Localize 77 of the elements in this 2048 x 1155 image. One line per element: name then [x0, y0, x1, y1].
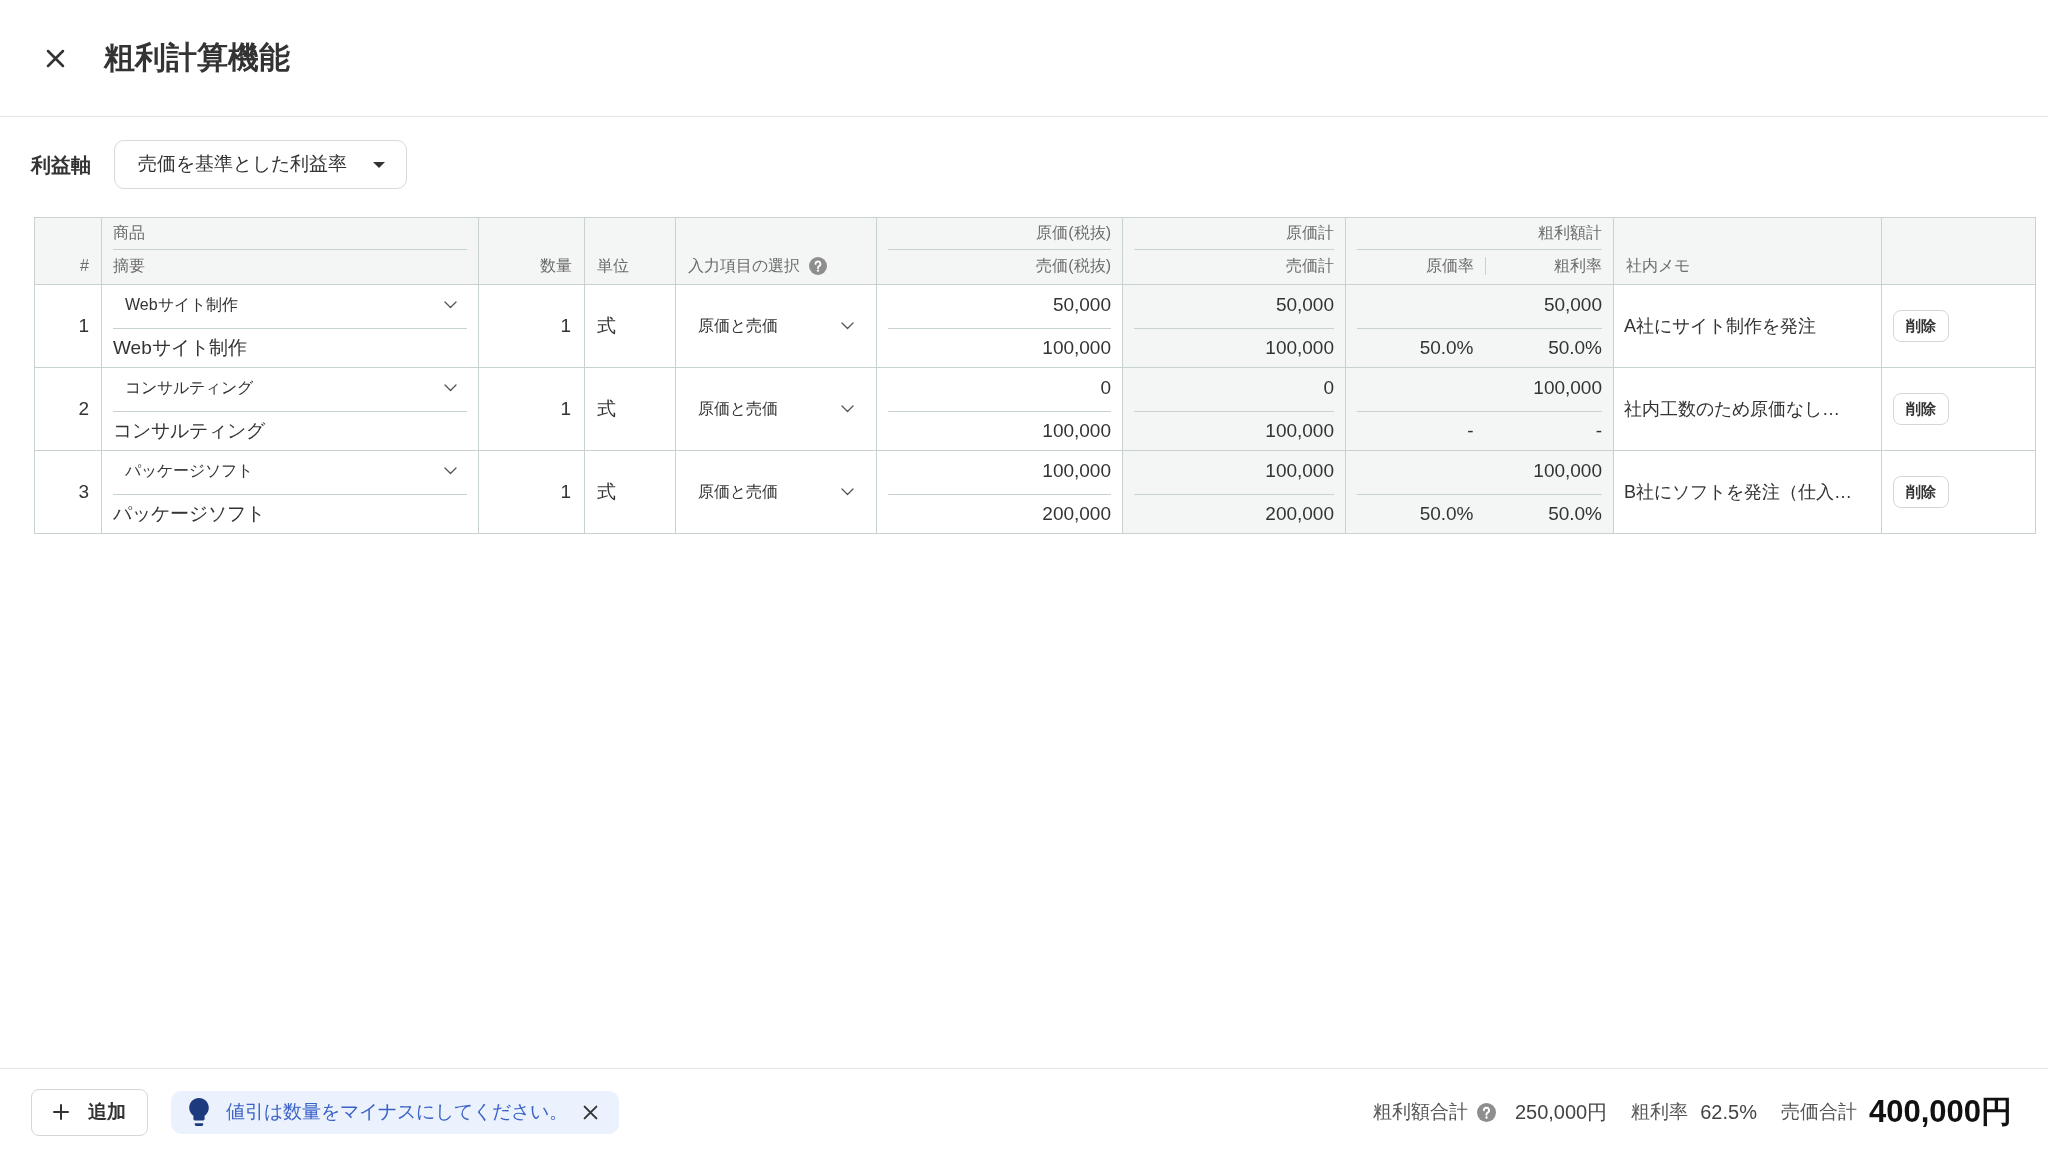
gross-profit: 50,000 [1543, 293, 1602, 317]
profit-axis-select[interactable]: 売価を基準とした利益率 [114, 140, 407, 189]
description-field[interactable]: パッケージソフト [113, 502, 265, 526]
product-select[interactable]: コンサルティング [113, 368, 467, 412]
add-button[interactable]: 追加 [31, 1088, 148, 1136]
chevron-down-icon [444, 467, 457, 475]
column-header: 粗利率 [1554, 256, 1602, 276]
cost-total: 0 [1323, 376, 1334, 400]
help-icon[interactable] [809, 257, 827, 275]
price-total: 200,000 [1265, 502, 1334, 526]
chevron-down-icon [444, 301, 457, 309]
unit-field[interactable]: 式 [597, 480, 616, 504]
row-number: 2 [78, 397, 89, 421]
page-title: 粗利計算機能 [104, 39, 290, 77]
price-field[interactable]: 200,000 [1042, 502, 1111, 526]
unit-field[interactable]: 式 [597, 397, 616, 421]
quantity-field[interactable]: 1 [560, 314, 571, 338]
gross-margin: - [1595, 419, 1602, 443]
column-header: 入力項目の選択 [688, 256, 800, 276]
close-icon[interactable] [46, 48, 65, 68]
total-value: 250,000円 [1514, 1100, 1608, 1125]
total-value: 400,000円 [1868, 1092, 2012, 1131]
gross-profit: 100,000 [1533, 459, 1602, 483]
row-number: 1 [78, 314, 89, 338]
chevron-down-icon [841, 322, 854, 330]
lightbulb-icon [189, 1098, 209, 1126]
column-header: 単位 [597, 256, 629, 276]
caret-down-icon [373, 161, 385, 168]
column-header: 原価(税抜) [1036, 223, 1111, 243]
delete-button[interactable]: 削除 [1893, 310, 1949, 342]
cost-field[interactable]: 100,000 [1042, 459, 1111, 483]
description-field[interactable]: コンサルティング [113, 419, 265, 443]
row-number: 3 [78, 480, 89, 504]
total-label: 粗利率 [1631, 1099, 1689, 1124]
price-field[interactable]: 100,000 [1042, 419, 1111, 443]
product-select[interactable]: パッケージソフト [113, 451, 467, 495]
gross-margin: 50.0% [1548, 502, 1602, 526]
column-header: 社内メモ [1626, 256, 1690, 276]
chevron-down-icon [841, 405, 854, 413]
price-total: 100,000 [1265, 419, 1334, 443]
cost-total: 50,000 [1275, 293, 1334, 317]
cost-rate: 50.0% [1419, 502, 1474, 526]
quantity-field[interactable]: 1 [560, 397, 571, 421]
column-header: 原価率 [1425, 256, 1474, 276]
help-icon[interactable] [1476, 1102, 1496, 1122]
cost-total: 100,000 [1265, 459, 1334, 483]
plus-icon [53, 1104, 69, 1120]
price-field[interactable]: 100,000 [1042, 336, 1111, 360]
description-field[interactable]: Webサイト制作 [113, 336, 247, 360]
column-header: 粗利額計 [1538, 223, 1602, 243]
total-value: 62.5% [1700, 1100, 1757, 1125]
column-header: 摘要 [113, 256, 145, 276]
total-label: 粗利額合計 [1372, 1099, 1468, 1124]
column-header: # [80, 256, 89, 276]
column-header: 売価計 [1286, 256, 1334, 276]
delete-button[interactable]: 削除 [1893, 476, 1949, 508]
close-icon[interactable] [583, 1104, 598, 1120]
column-header: 数量 [540, 256, 572, 276]
quantity-field[interactable]: 1 [560, 480, 571, 504]
gross-margin: 50.0% [1548, 336, 1602, 360]
delete-button[interactable]: 削除 [1893, 393, 1949, 425]
tip-text: 値引は数量をマイナスにしてください。 [226, 1099, 568, 1124]
gross-profit: 100,000 [1533, 376, 1602, 400]
chevron-down-icon [444, 384, 457, 392]
column-header: 商品 [113, 223, 145, 243]
unit-field[interactable]: 式 [597, 314, 616, 338]
cost-rate: 50.0% [1419, 336, 1474, 360]
profit-axis-label: 利益軸 [31, 152, 91, 178]
cost-field[interactable]: 50,000 [1052, 293, 1111, 317]
price-total: 100,000 [1265, 336, 1334, 360]
total-label: 売価合計 [1780, 1099, 1857, 1124]
product-select[interactable]: Webサイト制作 [113, 285, 467, 329]
cost-field[interactable]: 0 [1100, 376, 1111, 400]
column-header: 原価計 [1286, 223, 1334, 243]
chevron-down-icon [841, 488, 854, 496]
cost-rate: - [1467, 419, 1474, 443]
column-header: 売価(税抜) [1036, 256, 1111, 276]
